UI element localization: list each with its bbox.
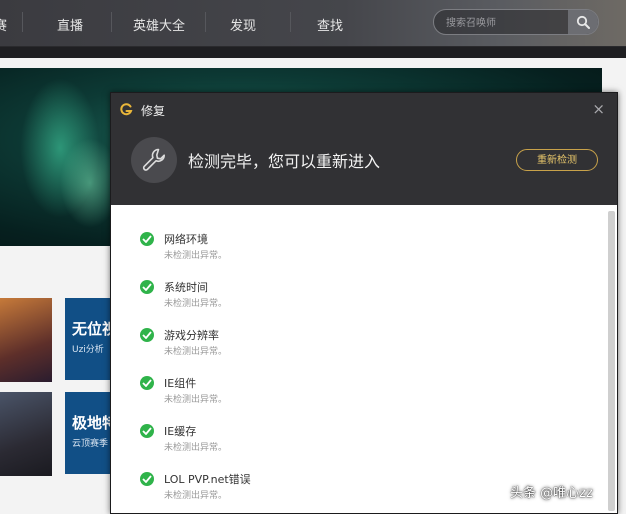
check-icon <box>140 424 154 438</box>
check-icon <box>140 328 154 342</box>
dialog-header: 修复 × 检测完毕，您可以重新进入 重新检测 <box>111 93 617 205</box>
search-button[interactable] <box>568 10 598 34</box>
item-title: 网络环境 <box>164 233 208 246</box>
nav-item-champions[interactable]: 英雄大全 <box>133 15 185 34</box>
promo-subtitle: 云顶赛季 <box>72 439 109 449</box>
wrench-status-badge <box>131 137 177 183</box>
summoner-search-input[interactable] <box>444 14 566 32</box>
champion-thumbnail[interactable] <box>0 298 52 382</box>
list-item: IE组件 未检测出异常。 <box>140 375 440 415</box>
promo-subtitle: Uzi分析 <box>72 345 104 355</box>
top-nav-bar: 赛 直播 英雄大全 发现 查找 <box>0 0 626 47</box>
list-item: 系统时间 未检测出异常。 <box>140 279 440 319</box>
nav-divider <box>111 12 112 32</box>
item-status: 未检测出异常。 <box>164 347 228 357</box>
dialog-title: 修复 <box>141 104 166 118</box>
scrollbar[interactable] <box>608 211 615 511</box>
nav-item-live[interactable]: 直播 <box>57 15 83 34</box>
diagnostic-list: 网络环境 未检测出异常。 系统时间 未检测出异常。 游戏分辨率 未检测出异常。 … <box>111 205 617 513</box>
close-icon[interactable]: × <box>592 100 605 118</box>
client-logo-icon <box>120 103 133 116</box>
champion-thumbnail[interactable] <box>0 392 52 476</box>
summoner-search-box <box>433 9 599 35</box>
item-title: 游戏分辨率 <box>164 329 219 342</box>
list-item: LOL PVP.net错误 未检测出异常。 <box>140 471 440 511</box>
item-title: IE组件 <box>164 377 197 390</box>
check-icon <box>140 376 154 390</box>
item-status: 未检测出异常。 <box>164 251 228 261</box>
check-icon <box>140 232 154 246</box>
nav-item-events[interactable]: 赛 <box>0 15 7 34</box>
item-title: 系统时间 <box>164 281 208 294</box>
repair-dialog: 修复 × 检测完毕，您可以重新进入 重新检测 网络环境 未检测出异常。 系统时间… <box>110 92 618 514</box>
nav-divider <box>205 12 206 32</box>
item-status: 未检测出异常。 <box>164 443 228 453</box>
nav-item-discover[interactable]: 发现 <box>230 15 256 34</box>
recheck-button[interactable]: 重新检测 <box>516 149 598 171</box>
watermark: 头条 @唯心zz <box>510 486 593 501</box>
item-status: 未检测出异常。 <box>164 491 228 501</box>
list-item: 游戏分辨率 未检测出异常。 <box>140 327 440 367</box>
check-icon <box>140 280 154 294</box>
wrench-icon <box>142 148 166 171</box>
item-title: LOL PVP.net错误 <box>164 473 251 486</box>
nav-item-search[interactable]: 查找 <box>317 15 343 34</box>
item-title: IE缓存 <box>164 425 197 438</box>
nav-divider <box>290 12 291 32</box>
item-status: 未检测出异常。 <box>164 299 228 309</box>
check-icon <box>140 472 154 486</box>
check-complete-message: 检测完毕，您可以重新进入 <box>188 152 381 171</box>
item-status: 未检测出异常。 <box>164 395 228 405</box>
nav-divider <box>22 12 23 32</box>
list-item: 网络环境 未检测出异常。 <box>140 231 440 271</box>
search-icon <box>576 15 590 29</box>
list-item: IE缓存 未检测出异常。 <box>140 423 440 463</box>
